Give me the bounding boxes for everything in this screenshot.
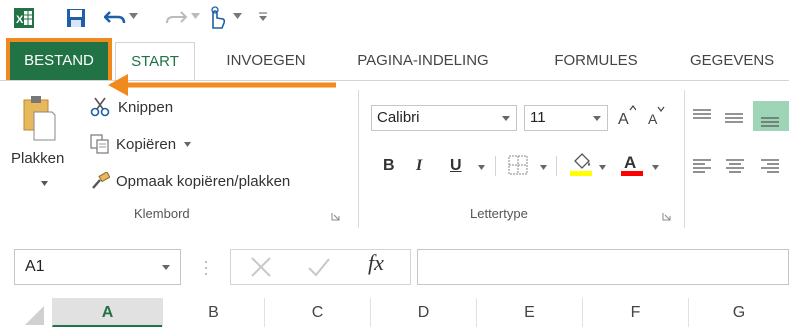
paste-dropdown-icon[interactable]	[41, 181, 48, 186]
svg-text:A: A	[624, 153, 636, 172]
bold-button[interactable]: B	[383, 153, 395, 179]
align-right-icon[interactable]	[760, 158, 780, 174]
touch-mode-dropdown-icon[interactable]	[233, 13, 242, 19]
undo-icon[interactable]	[104, 9, 126, 27]
borders-dropdown-icon[interactable]	[540, 165, 547, 170]
clipboard-group-label: Klembord	[134, 206, 190, 221]
shrink-font-icon[interactable]: A	[645, 104, 665, 130]
redo-dropdown-icon[interactable]	[191, 13, 200, 19]
format-painter-icon	[92, 172, 110, 189]
column-header-g[interactable]: G	[688, 298, 789, 327]
copy-button[interactable]: Kopiëren	[90, 131, 197, 157]
font-size-value: 11	[530, 109, 546, 126]
enter-icon[interactable]	[307, 256, 331, 278]
separator	[556, 156, 557, 176]
name-box-dropdown-icon[interactable]	[162, 265, 170, 270]
font-size-select[interactable]: 11	[524, 105, 608, 131]
underline-dropdown-icon[interactable]	[478, 165, 485, 170]
copy-dropdown-icon[interactable]	[184, 141, 192, 147]
clipboard-launcher-icon[interactable]	[331, 212, 340, 221]
font-name-value: Calibri	[377, 109, 420, 126]
name-box-value: A1	[25, 258, 45, 275]
italic-button[interactable]: I	[416, 153, 422, 179]
copy-icon	[90, 134, 109, 154]
align-top-icon[interactable]	[692, 108, 712, 124]
quick-access-toolbar: X	[0, 0, 789, 38]
paste-icon[interactable]	[22, 94, 56, 144]
customize-toolbar-icon[interactable]	[258, 12, 268, 22]
svg-text:A: A	[618, 111, 629, 128]
cancel-icon[interactable]	[250, 256, 272, 278]
separator	[495, 156, 496, 176]
format-painter-label: Opmaak kopiëren/plakken	[116, 172, 291, 190]
redo-icon[interactable]	[165, 9, 187, 27]
paste-label[interactable]: Plakken	[11, 150, 64, 167]
svg-text:X: X	[16, 14, 24, 26]
tab-pagina-indeling[interactable]: PAGINA-INDELING	[334, 42, 512, 80]
group-separator	[358, 90, 359, 228]
tab-formules[interactable]: FORMULES	[536, 42, 656, 80]
column-header-a[interactable]: A	[52, 298, 162, 327]
underline-button[interactable]: U	[450, 153, 462, 179]
align-middle-icon[interactable]	[724, 110, 744, 126]
font-group-label: Lettertype	[470, 206, 528, 221]
font-size-dropdown-icon[interactable]	[593, 116, 601, 121]
font-launcher-icon[interactable]	[662, 212, 671, 221]
align-bottom-icon[interactable]	[760, 112, 780, 128]
name-box[interactable]: A1	[14, 249, 181, 285]
column-header-f[interactable]: F	[582, 298, 688, 327]
formula-bar-grip-icon[interactable]	[204, 259, 208, 277]
svg-text:A: A	[648, 111, 658, 127]
format-painter-button[interactable]: Opmaak kopiëren/plakken	[90, 168, 290, 194]
font-color-dropdown-icon[interactable]	[652, 165, 659, 170]
column-header-c[interactable]: C	[264, 298, 370, 327]
touch-mode-icon[interactable]	[205, 6, 227, 30]
group-separator	[684, 90, 685, 228]
tab-bestand[interactable]: BESTAND	[6, 38, 112, 84]
save-icon[interactable]	[66, 8, 86, 28]
formula-input[interactable]	[417, 249, 789, 285]
scissors-icon	[90, 97, 110, 117]
column-header-e[interactable]: E	[476, 298, 582, 327]
grow-font-icon[interactable]: A	[616, 104, 636, 130]
column-header-d[interactable]: D	[370, 298, 476, 327]
undo-dropdown-icon[interactable]	[129, 13, 138, 19]
fill-color-icon[interactable]	[569, 151, 593, 177]
align-left-icon[interactable]	[692, 158, 712, 174]
font-color-icon[interactable]: A	[620, 151, 644, 177]
excel-logo-icon: X	[14, 8, 34, 28]
insert-function-button[interactable]: fx	[368, 250, 384, 276]
cut-label: Knippen	[118, 98, 174, 116]
select-all-icon[interactable]	[0, 298, 52, 327]
font-name-dropdown-icon[interactable]	[502, 116, 510, 121]
align-center-icon[interactable]	[725, 158, 745, 174]
font-name-select[interactable]: Calibri	[371, 105, 517, 131]
cut-button[interactable]: Knippen	[90, 94, 173, 120]
borders-icon[interactable]	[508, 155, 528, 175]
column-header-b[interactable]: B	[162, 298, 264, 327]
fill-color-dropdown-icon[interactable]	[599, 165, 606, 170]
tab-gegevens[interactable]: GEGEVENS	[676, 42, 789, 80]
copy-label: Kopiëren	[116, 135, 177, 153]
